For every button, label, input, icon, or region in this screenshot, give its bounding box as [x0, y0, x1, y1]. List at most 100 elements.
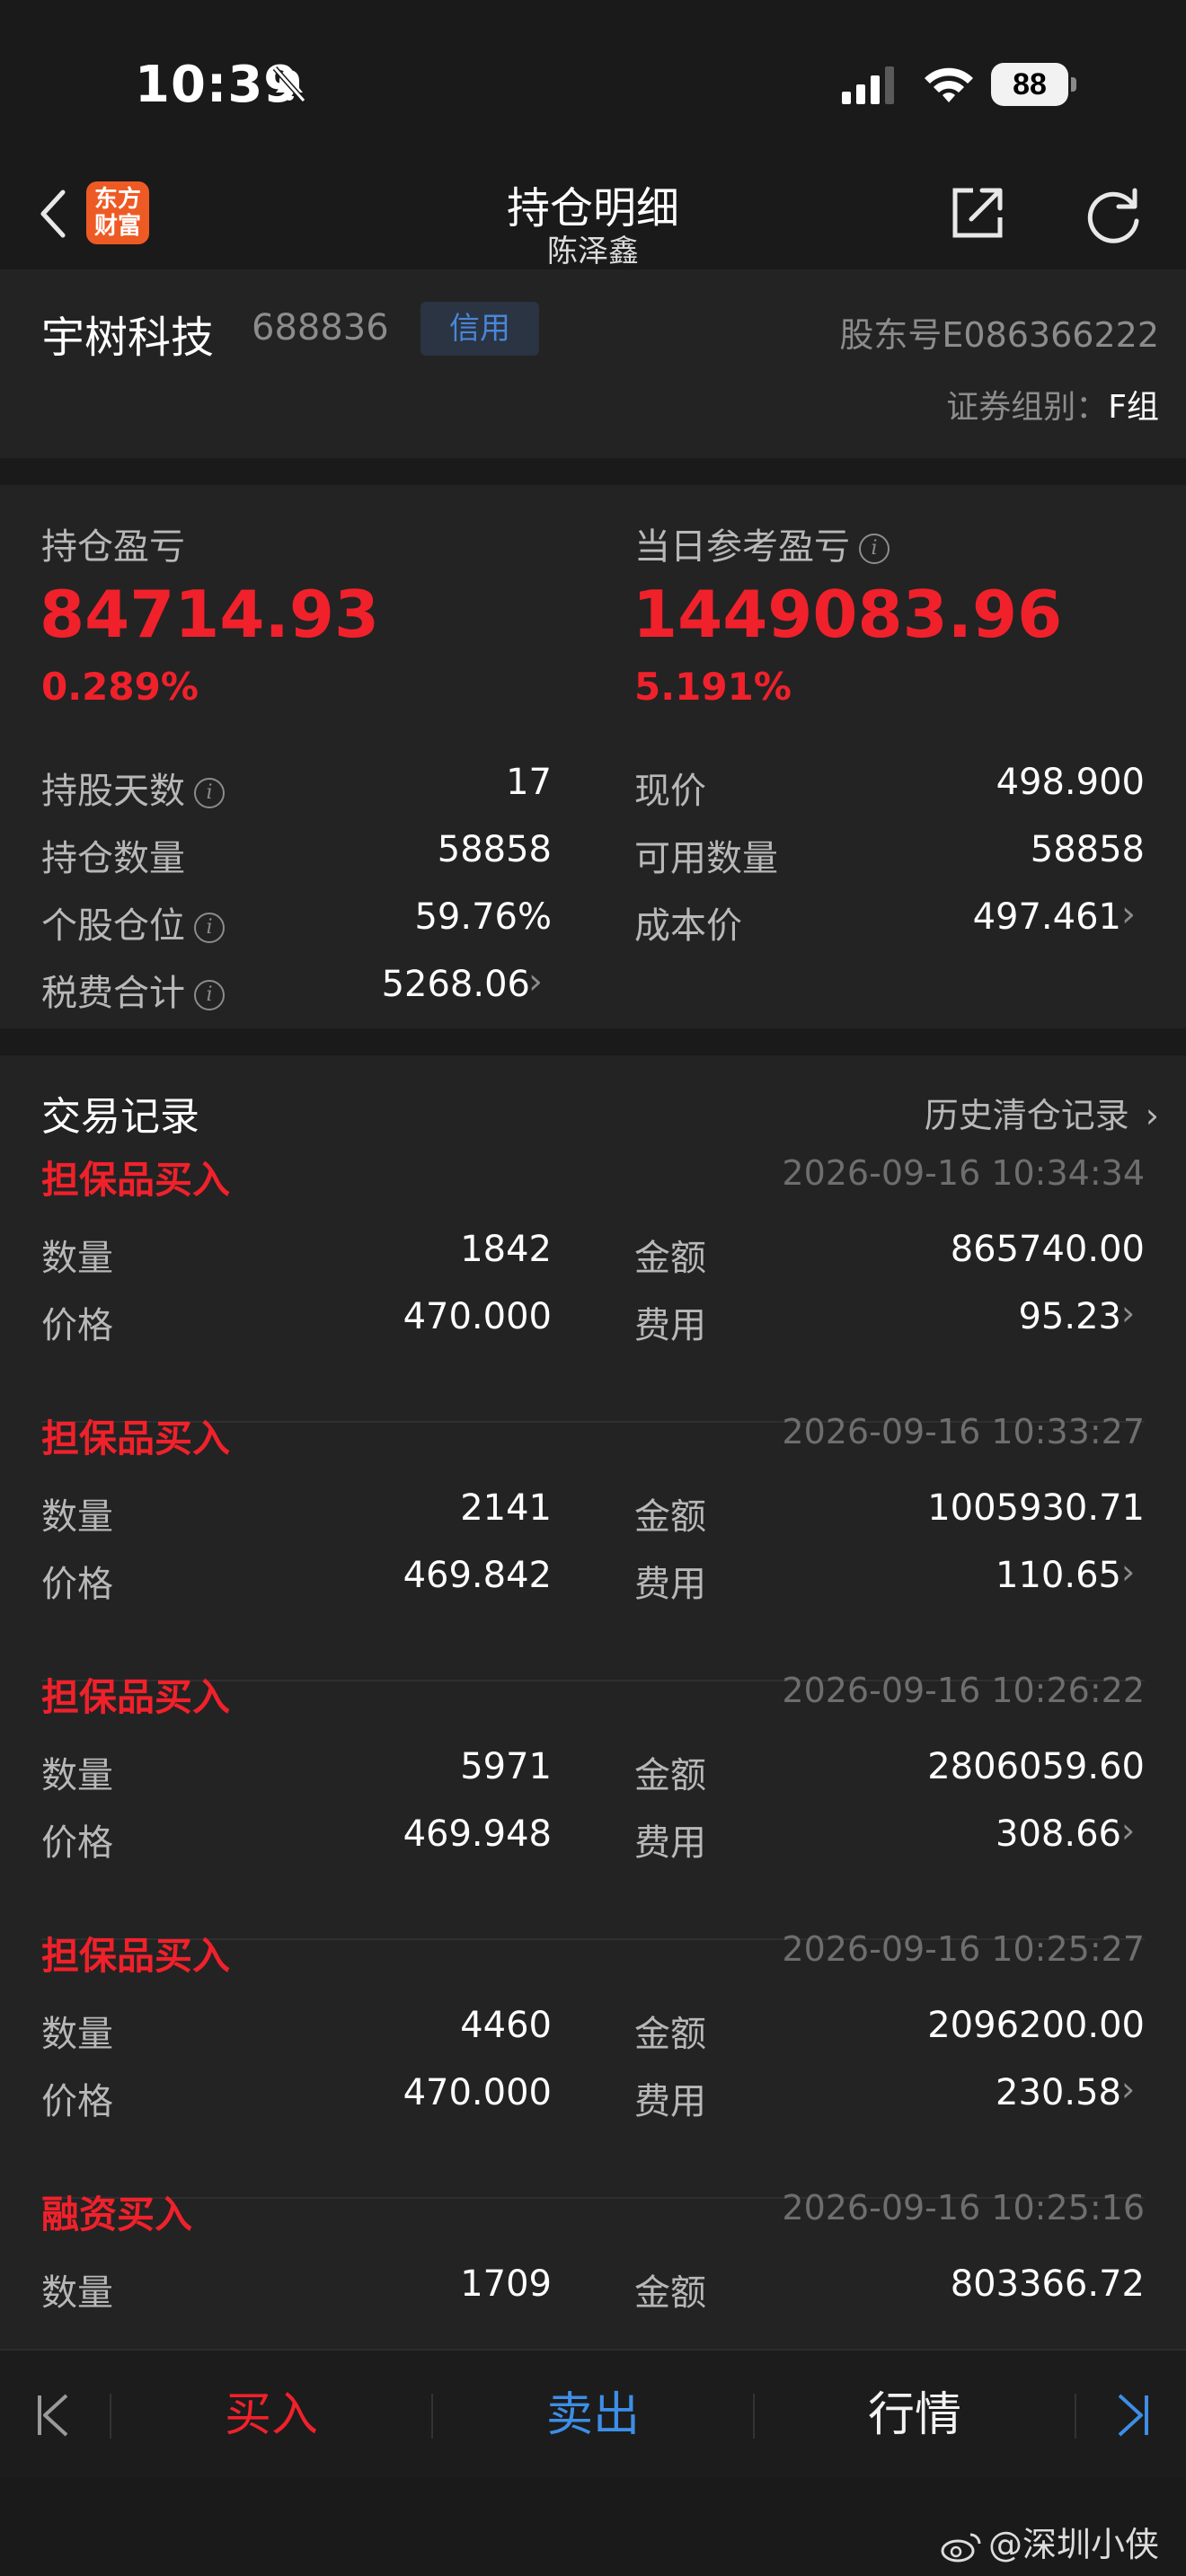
qty-value: 2141 — [460, 1487, 552, 1529]
battery-indicator: 88 — [991, 63, 1077, 106]
stock-weight-value: 59.76% — [414, 896, 552, 938]
trade-record[interactable]: 融资买入 2026-09-16 10:25:16 数量 1709 金额 8033… — [0, 2184, 1186, 2349]
chevron-right-icon[interactable]: › — [1121, 1293, 1135, 1333]
watermark-text: @深圳小侠 — [987, 2525, 1159, 2564]
stock-weight-label: 个股仓位 — [41, 905, 185, 947]
trade-time: 2026-09-16 10:25:27 — [782, 1929, 1145, 1969]
trade-time: 2026-09-16 10:34:34 — [782, 1153, 1145, 1193]
amount-value: 803366.72 — [950, 2263, 1145, 2305]
fee-value: 95.23 — [1018, 1296, 1121, 1337]
tax-fee-chevron-icon[interactable]: › — [528, 961, 543, 1002]
price-label: 价格 — [41, 1564, 113, 1605]
divider — [1075, 2394, 1076, 2439]
trade-type: 融资买入 — [41, 2192, 193, 2236]
position-pl-percent: 0.289% — [41, 665, 199, 709]
last-page-icon[interactable] — [1111, 2390, 1154, 2440]
holding-days-label-row: 持股天数 i — [41, 762, 225, 814]
info-icon[interactable]: i — [859, 534, 890, 564]
info-icon[interactable]: i — [194, 913, 225, 943]
position-qty-label: 持仓数量 — [41, 838, 185, 879]
shareholder-id: 股东号E086366222 — [839, 307, 1159, 357]
cellular-signal-icon — [842, 66, 894, 104]
amount-label: 金额 — [634, 2014, 706, 2055]
status-bar: 10:39 88 — [0, 0, 1186, 162]
trade-records-title: 交易记录 — [41, 1094, 199, 1140]
chevron-right-icon[interactable]: › — [1121, 1552, 1135, 1592]
trade-time: 2026-09-16 10:26:22 — [782, 1671, 1145, 1710]
refresh-icon[interactable] — [1083, 183, 1144, 244]
price-value: 469.948 — [403, 1813, 552, 1855]
fee-value: 308.66 — [996, 1813, 1121, 1855]
sell-button[interactable]: 卖出 — [433, 2351, 753, 2481]
price-label: 价格 — [41, 1822, 113, 1864]
price-label: 价格 — [41, 1305, 113, 1346]
tax-fee-value[interactable]: 5268.06 — [382, 964, 530, 1005]
position-pl-label: 持仓盈亏 — [41, 526, 185, 568]
cost-price-value[interactable]: 497.461 — [973, 896, 1121, 938]
position-summary: 持仓盈亏 84714.93 0.289% 当日参考盈亏 i 1449083.96 … — [0, 485, 1186, 1028]
first-page-icon[interactable] — [32, 2390, 75, 2440]
position-qty-value: 58858 — [437, 829, 552, 870]
price-value: 470.000 — [403, 2072, 552, 2113]
weibo-logo-icon — [941, 2533, 981, 2562]
chevron-right-icon[interactable]: › — [1121, 2069, 1135, 2109]
history-clearance-link[interactable]: 历史清仓记录 › — [925, 1088, 1159, 1137]
available-qty-label: 可用数量 — [634, 838, 778, 879]
amount-value: 865740.00 — [950, 1229, 1145, 1270]
daily-pl-value: 1449083.96 — [633, 577, 1063, 652]
trade-time: 2026-09-16 10:33:27 — [782, 1412, 1145, 1451]
stock-name: 宇树科技 — [41, 313, 215, 363]
trade-type: 担保品买入 — [41, 1416, 231, 1460]
fee-label: 费用 — [634, 1305, 706, 1346]
trade-type: 担保品买入 — [41, 1934, 231, 1978]
trade-type: 担保品买入 — [41, 1158, 231, 1202]
amount-value: 2096200.00 — [927, 2005, 1145, 2046]
shareholder-value: E086366222 — [942, 315, 1159, 355]
stock-info-card: 宇树科技 688836 信用 股东号E086366222 证券组别：F组 — [0, 269, 1186, 458]
cost-price-chevron-icon[interactable]: › — [1121, 894, 1136, 935]
bell-muted-icon — [272, 66, 306, 102]
stock-code: 688836 — [252, 307, 389, 348]
fee-label: 费用 — [634, 1564, 706, 1605]
info-icon[interactable]: i — [194, 778, 225, 808]
wifi-icon — [925, 67, 973, 102]
fee-value: 110.65 — [996, 1555, 1121, 1596]
fee-value: 230.58 — [996, 2072, 1121, 2113]
amount-label: 金额 — [634, 1238, 706, 1279]
share-icon[interactable] — [948, 183, 1007, 243]
info-icon[interactable]: i — [194, 980, 225, 1010]
tax-fee-label-row: 税费合计 i — [41, 964, 225, 1016]
credit-badge: 信用 — [420, 302, 539, 356]
price-value: 470.000 — [403, 1296, 552, 1337]
nav-header: 东方 财富 持仓明细 陈泽鑫 — [0, 162, 1186, 269]
position-pl-value: 84714.93 — [40, 577, 380, 652]
security-group: 证券组别：F组 — [946, 381, 1159, 428]
trade-type: 担保品买入 — [41, 1675, 231, 1719]
amount-label: 金额 — [634, 1496, 706, 1538]
trade-record[interactable]: 担保品买入 2026-09-16 10:25:27 数量 4460 金额 209… — [0, 1926, 1186, 2199]
qty-value: 1709 — [460, 2263, 552, 2305]
amount-label: 金额 — [634, 2272, 706, 2314]
shareholder-label: 股东号 — [839, 315, 943, 355]
trade-record[interactable]: 担保品买入 2026-09-16 10:34:34 数量 1842 金额 865… — [0, 1150, 1186, 1423]
current-price-label: 现价 — [634, 771, 706, 812]
price-label: 价格 — [41, 2081, 113, 2122]
account-name: 陈泽鑫 — [547, 234, 639, 269]
trade-record[interactable]: 担保品买入 2026-09-16 10:26:22 数量 5971 金额 280… — [0, 1667, 1186, 1940]
price-value: 469.842 — [403, 1555, 552, 1596]
chevron-right-icon[interactable]: › — [1121, 1811, 1135, 1850]
qty-label: 数量 — [41, 2014, 113, 2055]
trade-record[interactable]: 担保品买入 2026-09-16 10:33:27 数量 2141 金额 100… — [0, 1408, 1186, 1681]
trade-time: 2026-09-16 10:25:16 — [782, 2188, 1145, 2228]
holding-days-value: 17 — [506, 762, 552, 803]
qty-value: 4460 — [460, 2005, 552, 2046]
buy-button[interactable]: 买入 — [111, 2351, 431, 2481]
available-qty-value: 58858 — [1030, 829, 1145, 870]
fee-label: 费用 — [634, 2081, 706, 2122]
market-button[interactable]: 行情 — [755, 2351, 1075, 2481]
qty-label: 数量 — [41, 1238, 113, 1279]
current-price-value: 498.900 — [996, 762, 1145, 803]
tax-fee-label: 税费合计 — [41, 973, 185, 1014]
weibo-watermark: @深圳小侠 — [940, 2517, 1159, 2566]
fee-label: 费用 — [634, 1822, 706, 1864]
